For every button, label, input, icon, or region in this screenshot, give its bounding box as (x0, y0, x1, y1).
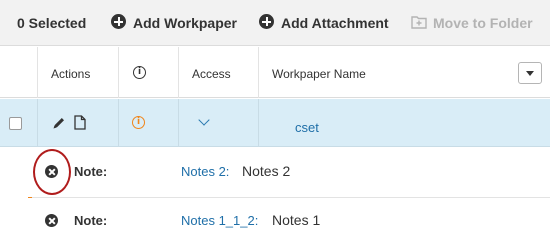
column-header-actions[interactable]: Actions (37, 47, 118, 98)
highlight-ring (33, 149, 71, 195)
document-icon[interactable] (74, 115, 86, 130)
remove-note-icon[interactable] (45, 214, 58, 227)
column-header-actions-label: Actions (51, 67, 91, 81)
plus-circle-icon (259, 14, 274, 29)
column-header-info[interactable]: i (118, 47, 178, 98)
folder-move-icon (411, 16, 427, 29)
workpaper-name-link[interactable]: cset (295, 120, 319, 135)
note-label: Note: (74, 164, 108, 179)
add-workpaper-label: Add Workpaper (133, 15, 237, 31)
row-checkbox[interactable] (9, 117, 22, 130)
column-options-dropdown[interactable] (518, 62, 542, 84)
column-divider (37, 99, 38, 147)
note-link[interactable]: Notes 2: (181, 164, 229, 179)
column-header-workpaper-name-label: Workpaper Name (272, 67, 366, 81)
status-info-icon[interactable]: i (132, 116, 145, 129)
note-link[interactable]: Notes 1_1_2: (181, 213, 258, 228)
add-attachment-label: Add Attachment (281, 15, 389, 31)
edit-pencil-icon[interactable] (52, 116, 66, 130)
column-header-workpaper-name[interactable]: Workpaper Name (258, 47, 550, 98)
note-label: Note: (74, 213, 108, 228)
column-header-access[interactable]: Access (178, 47, 258, 98)
column-header-access-label: Access (192, 67, 231, 81)
selected-count: 0 Selected (17, 15, 87, 31)
note-text: Notes 2 (242, 163, 291, 179)
info-icon: i (133, 66, 146, 79)
column-divider (118, 99, 119, 147)
move-to-folder-label: Move to Folder (433, 15, 533, 31)
column-divider (178, 99, 179, 147)
column-divider (258, 99, 259, 147)
table-header: Actions i Access Workpaper Name (0, 47, 550, 98)
toolbar: 0 Selected Add Workpaper Add Attachment … (0, 0, 550, 46)
plus-circle-icon (111, 14, 126, 29)
note-text: Notes 1 (272, 212, 321, 228)
